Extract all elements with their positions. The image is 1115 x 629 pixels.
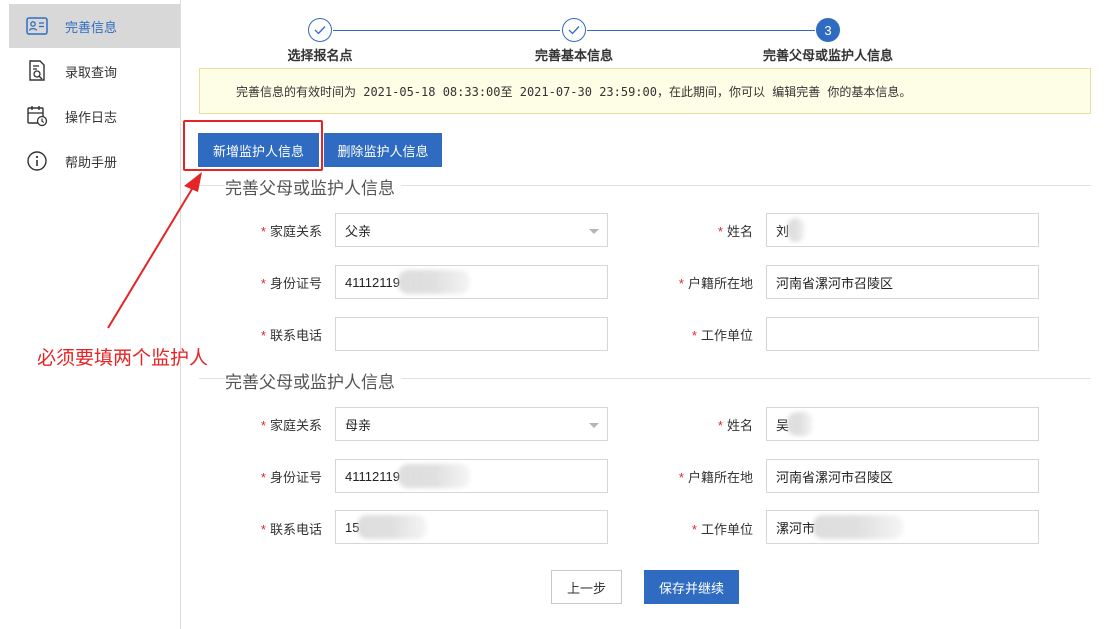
step-1-label: 选择报名点	[287, 48, 353, 63]
sidebar-item-label: 帮助手册	[65, 154, 118, 170]
chevron-down-icon	[589, 229, 599, 234]
section-title: 完善父母或监护人信息	[225, 368, 401, 393]
annotation-text: 必须要填两个监护人	[37, 348, 209, 369]
annotation-arrow	[107, 172, 202, 329]
phone-label: * 联系电话	[260, 522, 322, 537]
workplace-label: * 工作单位	[691, 522, 753, 537]
sidebar-item-label: 录取查询	[65, 64, 118, 80]
notice-text: 完善信息的有效时间为 2021-05-18 08:33:00至 2021-07-…	[236, 84, 912, 99]
sidebar-item-admission-query[interactable]: 录取查询	[9, 49, 180, 93]
step-2-label: 完善基本信息	[534, 48, 614, 63]
prev-step-button[interactable]: 上一步	[551, 570, 622, 604]
section-title: 完善父母或监护人信息	[225, 174, 401, 199]
add-guardian-button[interactable]: 新增监护人信息	[198, 133, 319, 167]
id-number-field[interactable]: 41112119	[335, 265, 608, 299]
phone-field[interactable]	[335, 317, 608, 351]
relation-label: * 家庭关系	[260, 224, 322, 239]
delete-guardian-button[interactable]: 删除监护人信息	[324, 133, 442, 167]
calendar-clock-icon	[26, 105, 48, 127]
phone-field[interactable]: 15	[335, 510, 608, 544]
chevron-down-icon	[589, 423, 599, 428]
hukou-label: * 户籍所在地	[678, 276, 753, 291]
id-card-icon	[26, 15, 48, 37]
relation-select[interactable]: 父亲	[335, 213, 608, 247]
validity-notice: 完善信息的有效时间为 2021-05-18 08:33:00至 2021-07-…	[199, 68, 1091, 114]
name-field[interactable]: 吴	[766, 407, 1039, 441]
redaction-blur	[397, 270, 470, 294]
hukou-field[interactable]: 河南省漯河市召陵区	[766, 265, 1039, 299]
name-label: * 姓名	[717, 418, 753, 433]
sidebar-item-operation-log[interactable]: 操作日志	[9, 94, 180, 138]
info-icon	[26, 150, 48, 172]
relation-select[interactable]: 母亲	[335, 407, 608, 441]
step-3-number: 3	[816, 18, 840, 42]
sidebar-item-complete-info[interactable]: 完善信息	[9, 4, 180, 48]
redaction-blur	[357, 515, 428, 539]
workplace-field[interactable]	[766, 317, 1039, 351]
name-label: * 姓名	[717, 224, 753, 239]
hukou-field[interactable]: 河南省漯河市召陵区	[766, 459, 1039, 493]
sidebar-item-label: 操作日志	[65, 109, 118, 125]
id-number-field[interactable]: 41112119	[335, 459, 608, 493]
relation-label: * 家庭关系	[260, 418, 322, 433]
workplace-field[interactable]: 漯河市	[766, 510, 1039, 544]
workplace-label: * 工作单位	[691, 328, 753, 343]
id-number-label: * 身份证号	[260, 470, 322, 485]
redaction-blur	[397, 464, 470, 488]
step-2-check-icon	[562, 18, 586, 42]
name-field[interactable]: 刘	[766, 213, 1039, 247]
redaction-blur	[787, 412, 814, 436]
id-number-label: * 身份证号	[260, 276, 322, 291]
save-continue-button[interactable]: 保存并继续	[644, 570, 739, 604]
redaction-blur	[813, 515, 904, 539]
step-connector	[587, 30, 815, 31]
redaction-blur	[787, 218, 806, 242]
hukou-label: * 户籍所在地	[678, 470, 753, 485]
step-3-label: 完善父母或监护人信息	[762, 48, 894, 63]
step-connector	[333, 30, 560, 31]
phone-label: * 联系电话	[260, 328, 322, 343]
step-1-check-icon	[308, 18, 332, 42]
document-search-icon	[26, 60, 48, 82]
sidebar-item-label: 完善信息	[65, 19, 118, 35]
